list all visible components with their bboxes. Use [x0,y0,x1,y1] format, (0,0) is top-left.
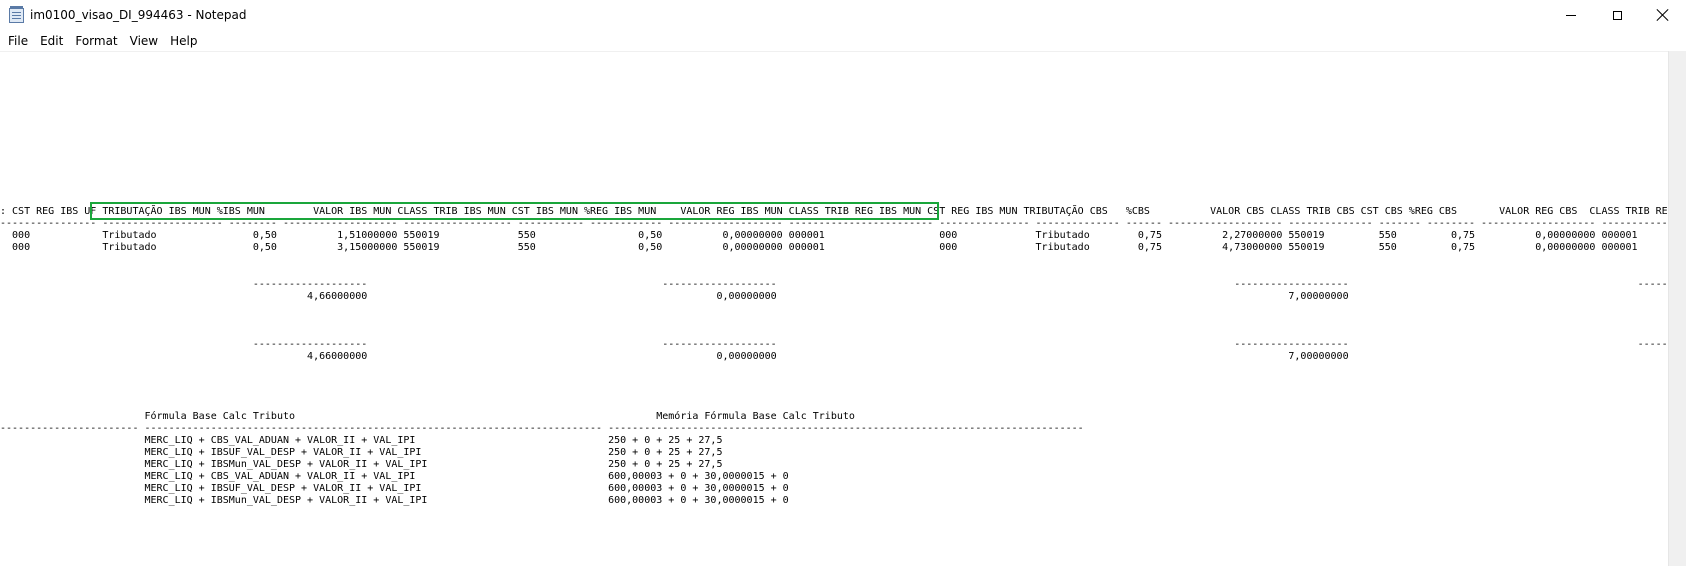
document-text: : CST REG IBS UF TRIBUTAÇÃO IBS MUN %IBS… [0,52,1668,506]
formula-row: MERC_LIQ + IBSMun_VAL_DESP + VALOR_II + … [0,495,789,506]
title-bar[interactable]: im0100_visao_DI_994463 - Notepad [0,0,1686,31]
menu-view[interactable]: View [124,33,164,49]
menu-edit[interactable]: Edit [34,33,69,49]
total-values: 4,66000000 0,00000000 7,00000000 0,00000… [0,351,1668,362]
menu-format[interactable]: Format [69,33,123,49]
vertical-scrollbar[interactable] [1668,51,1686,566]
table-row: 000 Tributado 0,50 3,15000000 550019 550… [0,242,1638,253]
minimize-button[interactable] [1548,0,1594,30]
subtotal-values: 4,66000000 0,00000000 7,00000000 0,00000… [0,291,1668,302]
menu-file[interactable]: File [0,33,34,49]
text-editor[interactable]: : CST REG IBS UF TRIBUTAÇÃO IBS MUN %IBS… [0,51,1668,567]
window-title: im0100_visao_DI_994463 - Notepad [30,8,247,22]
close-button[interactable] [1640,0,1686,30]
notepad-icon [9,6,24,23]
maximize-icon [1612,10,1622,20]
menu-help[interactable]: Help [164,33,203,49]
close-icon [1657,9,1669,21]
maximize-button[interactable] [1594,0,1640,30]
minimize-icon [1566,14,1576,16]
menu-bar: File Edit Format View Help [0,31,1686,51]
